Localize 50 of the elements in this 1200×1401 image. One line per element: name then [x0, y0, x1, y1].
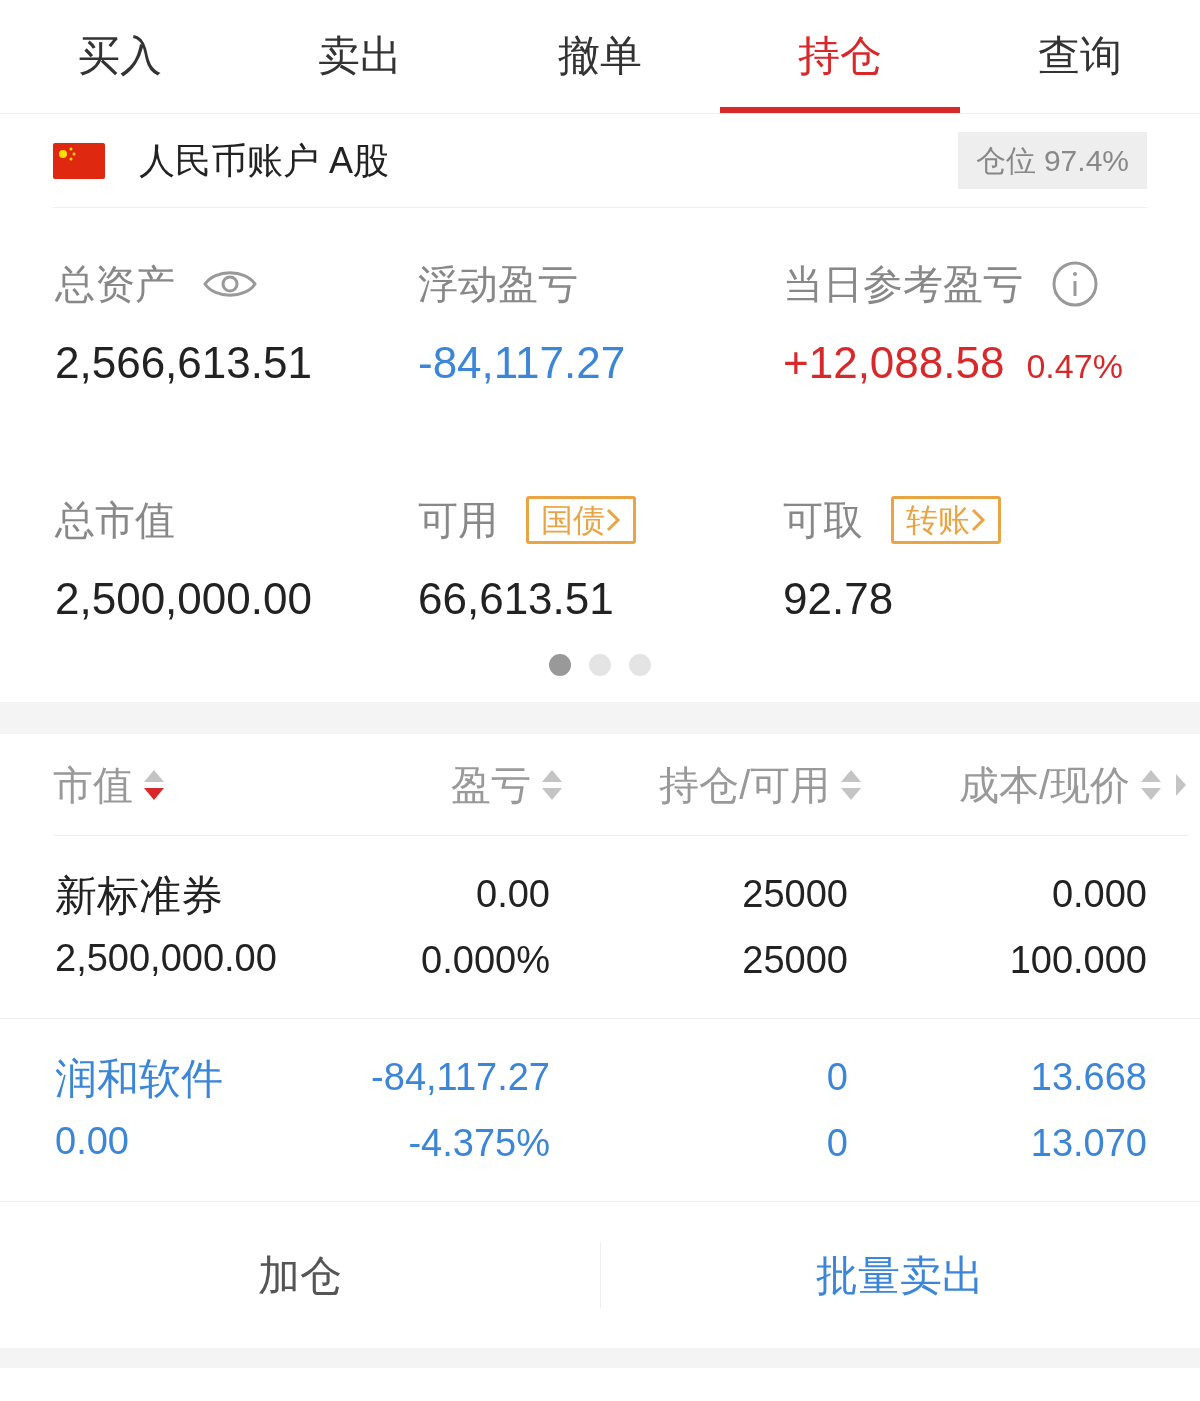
available-quantity: 0 [826, 1121, 848, 1166]
current-price: 100.000 [1009, 938, 1147, 983]
percent-value: 0.47% [1026, 346, 1123, 387]
chevron-icon [605, 507, 621, 533]
holding-quantity: 25000 [742, 872, 848, 917]
chevron-icon [970, 507, 986, 533]
column-header[interactable]: 持仓/可用 [562, 754, 863, 815]
pnl-value: 0.00 [476, 872, 550, 917]
position-label: 仓位 97.4% [957, 132, 1147, 189]
badge-link[interactable]: 转账 [891, 496, 1001, 544]
holding-quantity: 0 [826, 1055, 848, 1100]
current-price: 13.070 [1030, 1121, 1147, 1166]
account-name: 人民币账户 A股 [139, 138, 389, 183]
badge-link[interactable]: 国债 [526, 496, 636, 544]
summary-label: 可取 [783, 497, 863, 544]
summary-label: 总资产 [55, 261, 175, 308]
market-value: 2,500,000.00 [55, 936, 278, 981]
pnl-percent: -4.375% [408, 1121, 550, 1166]
stock-name: 新标准券 [55, 871, 224, 921]
column-header[interactable]: 成本/现价 [862, 754, 1162, 815]
tab[interactable]: 撤单 [480, 0, 720, 113]
info-icon[interactable] [1051, 260, 1099, 308]
summary-label: 浮动盈亏 [418, 261, 578, 308]
tab[interactable]: 卖出 [240, 0, 480, 113]
position-row[interactable]: 新标准券 2,500,000.00 0.00 0.000% 25000 25000 0.000 100.000 [0, 836, 1200, 1019]
summary-label: 当日参考盈亏 [783, 261, 1023, 308]
summary-value: -84,117.27 [418, 337, 626, 389]
available-quantity: 25000 [742, 938, 848, 983]
summary-label: 总市值 [55, 497, 175, 544]
cost-price: 0.000 [1051, 872, 1147, 917]
tab[interactable]: 持仓 [720, 0, 960, 113]
summary-label: 可用 [418, 497, 498, 544]
cost-price: 13.668 [1030, 1055, 1147, 1100]
pnl-value: -84,117.27 [371, 1055, 550, 1100]
flag-icon [53, 142, 105, 179]
position-row[interactable]: 润和软件 0.00 -84,117.27 -4.375% 0 0 13.668 13.070 [0, 1019, 1200, 1202]
summary-value: 2,566,613.51 [55, 337, 312, 389]
market-value: 0.00 [55, 1119, 130, 1164]
summary-value: 2,500,000.00 [55, 573, 312, 625]
pnl-percent: 0.000% [421, 938, 550, 983]
summary-value: 66,613.51 [418, 573, 614, 625]
action-button[interactable]: 加仓 [257, 1242, 342, 1308]
action-button[interactable]: 批量卖出 [816, 1242, 985, 1308]
summary-value: 92.78 [783, 573, 894, 625]
stock-name: 润和软件 [55, 1054, 224, 1104]
tab[interactable]: 买入 [0, 0, 240, 113]
summary-value: +12,088.58 [783, 337, 1005, 389]
column-header[interactable]: 市值 [53, 754, 393, 815]
tab[interactable]: 查询 [960, 0, 1200, 113]
column-header[interactable]: 盈亏 [392, 754, 563, 815]
